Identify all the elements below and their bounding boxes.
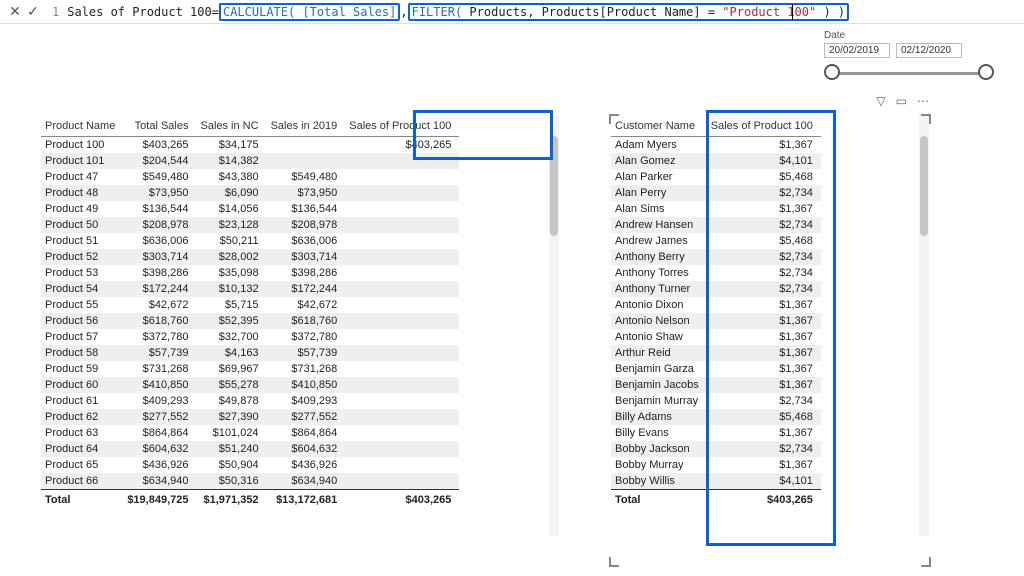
table-row[interactable]: Product 59$731,268$69,967$731,268 (41, 361, 459, 377)
table-row[interactable]: Alan Sims$1,367 (611, 201, 821, 217)
table-row[interactable]: Product 55$42,672$5,715$42,672 (41, 297, 459, 313)
table-row[interactable]: Product 101$204,544$14,382 (41, 153, 459, 169)
table-row[interactable]: Product 63$864,864$101,024$864,864 (41, 425, 459, 441)
table-row[interactable]: Product 60$410,850$55,278$410,850 (41, 377, 459, 393)
table-row[interactable]: Product 64$604,632$51,240$604,632 (41, 441, 459, 457)
column-header[interactable]: Sales in 2019 (267, 116, 346, 137)
table-row[interactable]: Alan Gomez$4,101 (611, 153, 821, 169)
table-row[interactable]: Product 58$57,739$4,163$57,739 (41, 345, 459, 361)
total-label: Total (41, 490, 123, 511)
table-row[interactable]: Antonio Dixon$1,367 (611, 297, 821, 313)
table-row[interactable]: Product 57$372,780$32,700$372,780 (41, 329, 459, 345)
formula-text[interactable]: 1 Sales of Product 100 = CALCULATE( [Tot… (52, 3, 849, 21)
date-label: Date (824, 30, 994, 41)
total-value: $403,265 (345, 490, 459, 511)
date-slider[interactable] (824, 64, 994, 84)
total-value: $13,172,681 (267, 490, 346, 511)
table-row[interactable]: Adam Myers$1,367 (611, 137, 821, 154)
table-row[interactable]: Product 62$277,552$27,390$277,552 (41, 409, 459, 425)
filter-icon[interactable]: ▽ (876, 94, 885, 108)
table-row[interactable]: Billy Adams$5,468 (611, 409, 821, 425)
total-value: $19,849,725 (123, 490, 196, 511)
highlight-calculate: CALCULATE( [Total Sales] (219, 3, 400, 21)
more-options-icon[interactable]: ⋯ (917, 94, 929, 108)
table-row[interactable]: Andrew Hansen$2,734 (611, 217, 821, 233)
visual-header: ▽ ▭ ⋯ (876, 94, 929, 108)
product-table-visual[interactable]: Product NameTotal SalesSales in NCSales … (40, 115, 560, 566)
table-row[interactable]: Product 54$172,244$10,132$172,244 (41, 281, 459, 297)
table-row[interactable]: Product 66$634,940$50,316$634,940 (41, 473, 459, 490)
column-header[interactable]: Sales of Product 100 (345, 116, 459, 137)
date-to-input[interactable]: 02/12/2020 (896, 43, 962, 58)
column-header[interactable]: Customer Name (611, 116, 707, 137)
scrollbar-thumb[interactable] (920, 136, 928, 236)
table-row[interactable]: Anthony Torres$2,734 (611, 265, 821, 281)
table-row[interactable]: Antonio Shaw$1,367 (611, 329, 821, 345)
table-row[interactable]: Product 53$398,286$35,098$398,286 (41, 265, 459, 281)
table-row[interactable]: Anthony Turner$2,734 (611, 281, 821, 297)
total-label: Total (611, 490, 707, 511)
table-row[interactable]: Billy Evans$1,367 (611, 425, 821, 441)
table-row[interactable]: Antonio Nelson$1,367 (611, 313, 821, 329)
date-from-input[interactable]: 20/02/2019 (824, 43, 890, 58)
total-value: $1,971,352 (196, 490, 266, 511)
table-row[interactable]: Alan Perry$2,734 (611, 185, 821, 201)
table-row[interactable]: Benjamin Murray$2,734 (611, 393, 821, 409)
table-row[interactable]: Product 100$403,265$34,175$403,265 (41, 137, 459, 154)
scrollbar[interactable] (549, 116, 559, 536)
table-row[interactable]: Anthony Berry$2,734 (611, 249, 821, 265)
table-row[interactable]: Product 47$549,480$43,380$549,480 (41, 169, 459, 185)
table-row[interactable]: Alan Parker$5,468 (611, 169, 821, 185)
commit-formula-button[interactable]: ✓ (24, 3, 42, 21)
formula-bar: ✕ ✓ 1 Sales of Product 100 = CALCULATE( … (0, 0, 1024, 24)
table-row[interactable]: Product 61$409,293$49,878$409,293 (41, 393, 459, 409)
table-row[interactable]: Product 48$73,950$6,090$73,950 (41, 185, 459, 201)
table-row[interactable]: Product 49$136,544$14,056$136,544 (41, 201, 459, 217)
table-row[interactable]: Bobby Murray$1,367 (611, 457, 821, 473)
table-row[interactable]: Bobby Willis$4,101 (611, 473, 821, 490)
column-header[interactable]: Total Sales (123, 116, 196, 137)
column-header[interactable]: Sales of Product 100 (707, 116, 821, 137)
column-header[interactable]: Product Name (41, 116, 123, 137)
table-row[interactable]: Andrew James$5,468 (611, 233, 821, 249)
scrollbar[interactable] (919, 116, 929, 536)
slider-handle-from[interactable] (824, 64, 840, 80)
total-value: $403,265 (707, 490, 821, 511)
table-row[interactable]: Bobby Jackson$2,734 (611, 441, 821, 457)
table-row[interactable]: Benjamin Jacobs$1,367 (611, 377, 821, 393)
customer-table-visual[interactable]: ▽ ▭ ⋯ Customer NameSales of Product 100 … (610, 115, 930, 566)
table-row[interactable]: Product 52$303,714$28,002$303,714 (41, 249, 459, 265)
table-row[interactable]: Product 50$208,978$23,128$208,978 (41, 217, 459, 233)
highlight-filter: FILTER( Products, Products[Product Name]… (408, 3, 850, 21)
column-header[interactable]: Sales in NC (196, 116, 266, 137)
formula-lineno: 1 (52, 5, 59, 19)
cancel-formula-button[interactable]: ✕ (6, 3, 24, 21)
table-row[interactable]: Product 56$618,760$52,395$618,760 (41, 313, 459, 329)
scrollbar-thumb[interactable] (550, 136, 558, 236)
focus-mode-icon[interactable]: ▭ (896, 94, 907, 108)
product-table: Product NameTotal SalesSales in NCSales … (41, 116, 459, 510)
table-row[interactable]: Product 51$636,006$50,211$636,006 (41, 233, 459, 249)
slider-handle-to[interactable] (978, 64, 994, 80)
table-row[interactable]: Arthur Reid$1,367 (611, 345, 821, 361)
customer-table: Customer NameSales of Product 100 Adam M… (611, 116, 821, 510)
date-slicer[interactable]: Date 20/02/2019 02/12/2020 (824, 30, 994, 84)
table-row[interactable]: Benjamin Garza$1,367 (611, 361, 821, 377)
table-row[interactable]: Product 65$436,926$50,904$436,926 (41, 457, 459, 473)
text-cursor (792, 4, 793, 20)
